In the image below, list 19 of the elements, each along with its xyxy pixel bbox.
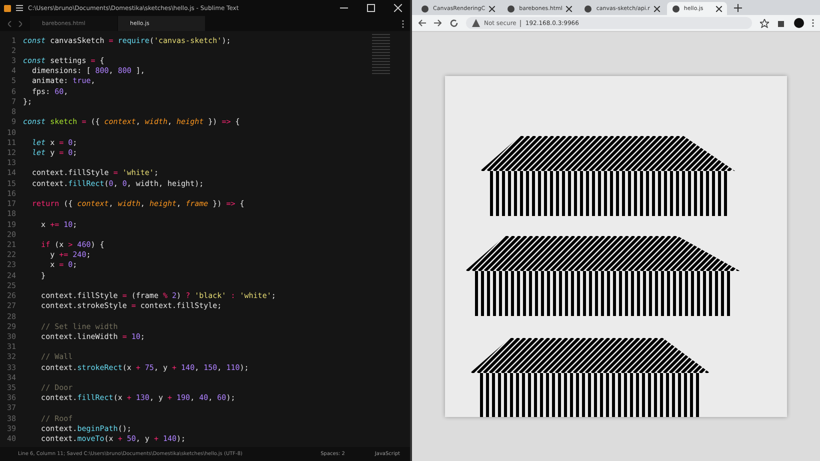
- close-tab-icon[interactable]: [716, 6, 722, 12]
- favicon-icon: [672, 4, 680, 12]
- app-icon: [4, 4, 11, 12]
- close-icon[interactable]: [394, 4, 402, 12]
- new-tab-icon[interactable]: [734, 4, 742, 12]
- maximize-icon[interactable]: [367, 4, 375, 12]
- back-icon[interactable]: [418, 19, 426, 27]
- menu-icon[interactable]: [16, 5, 23, 11]
- favicon-icon: [507, 4, 516, 12]
- favicon-icon: [421, 4, 429, 12]
- close-tab-icon[interactable]: [654, 6, 660, 12]
- star-icon[interactable]: [760, 18, 769, 28]
- avatar-icon[interactable]: [794, 18, 804, 28]
- forward-icon[interactable]: [434, 19, 442, 27]
- reload-icon[interactable]: [450, 19, 458, 27]
- favicon-icon: [584, 4, 592, 12]
- close-tab-icon[interactable]: [489, 6, 496, 12]
- close-tab-icon[interactable]: [566, 6, 572, 12]
- warning-icon: [472, 19, 480, 27]
